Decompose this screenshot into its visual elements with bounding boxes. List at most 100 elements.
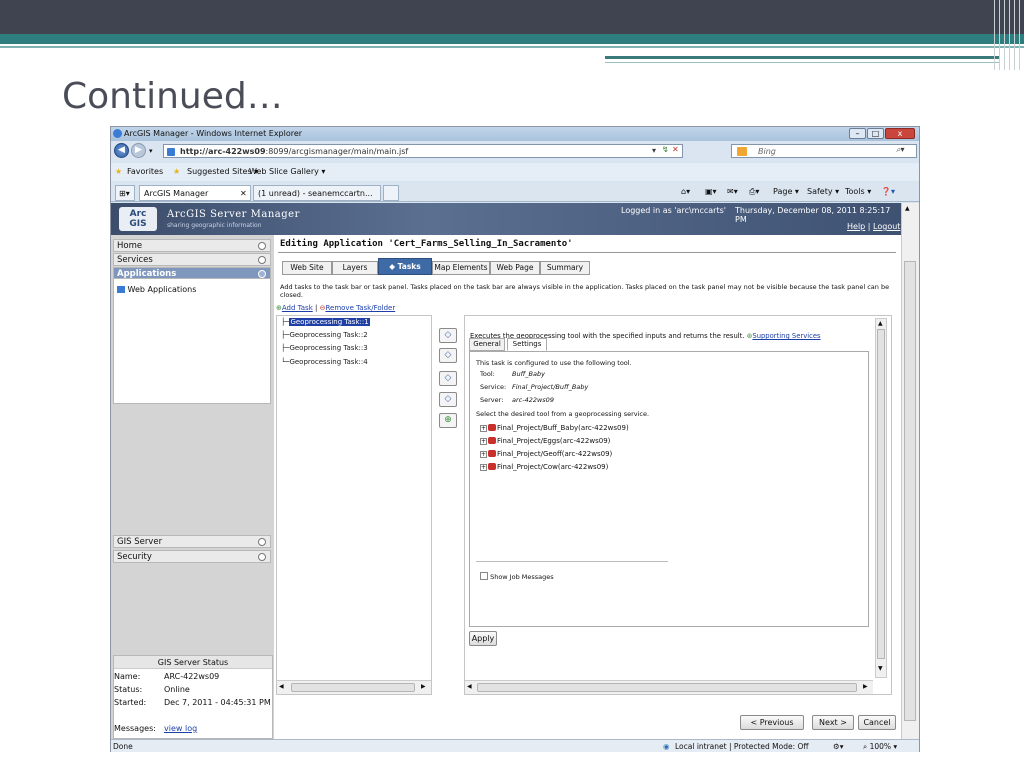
home-icon[interactable]: ⌂▾ (681, 187, 690, 196)
minimize-button[interactable]: – (849, 128, 866, 139)
dropdown-icon[interactable]: ▾ (652, 146, 656, 155)
view-log-link[interactable]: view log (164, 724, 197, 733)
help-icon[interactable]: ❓▾ (881, 187, 895, 196)
scroll-right-icon[interactable]: ▶ (421, 683, 426, 690)
scroll-thumb[interactable] (904, 261, 916, 721)
stop-icon[interactable]: ✕ (672, 145, 679, 154)
tools-menu[interactable]: Tools ▾ (845, 187, 871, 196)
move-up-button[interactable]: ◇ (439, 328, 457, 343)
search-icon[interactable]: ⌕▾ (896, 145, 905, 155)
tab-map-elements[interactable]: Map Elements (432, 261, 490, 275)
service-tree-item[interactable]: + Final_Project/Eggs(arc-422ws09) (480, 437, 610, 445)
expand-icon[interactable]: + (480, 464, 487, 471)
scroll-right-icon[interactable]: ▶ (863, 683, 868, 690)
status-value-started: Dec 7, 2011 - 04:45:31 PM (164, 698, 271, 707)
move-to-bar-button[interactable]: ◇ (439, 371, 457, 386)
chevron-down-icon[interactable]: ▾ (149, 147, 153, 155)
collapse-icon[interactable] (258, 270, 266, 278)
expand-icon[interactable] (258, 538, 266, 546)
close-window-button[interactable]: x (885, 128, 915, 139)
previous-button[interactable]: < Previous (740, 715, 804, 730)
logout-link[interactable]: Logout (873, 222, 900, 231)
expand-icon[interactable] (258, 256, 266, 264)
checkbox[interactable] (480, 572, 488, 580)
apply-button[interactable]: Apply (469, 631, 497, 646)
config-label-server: Server: (480, 396, 504, 404)
subtab-settings[interactable]: Settings (507, 338, 547, 351)
tab-summary[interactable]: Summary (540, 261, 590, 275)
scroll-left-icon[interactable]: ◀ (467, 683, 472, 690)
remove-task-link[interactable]: Remove Task/Folder (325, 304, 395, 312)
expand-icon[interactable]: + (480, 438, 487, 445)
cancel-button[interactable]: Cancel (858, 715, 896, 730)
sidebar-subitem-web-applications[interactable]: Web Applications (117, 285, 196, 294)
search-input[interactable]: Bing ⌕▾ (731, 144, 917, 158)
tree-item[interactable]: ├─Geoprocessing Task::1 (281, 318, 370, 326)
service-tree-item[interactable]: + Final_Project/Cow(arc-422ws09) (480, 463, 608, 471)
tab-web-page[interactable]: Web Page (490, 261, 540, 275)
scroll-thumb[interactable] (877, 329, 885, 659)
print-icon[interactable]: ⎙▾ (749, 187, 759, 197)
detail-vscrollbar[interactable]: ▲ ▼ (875, 318, 887, 678)
scroll-up-icon[interactable]: ▲ (878, 320, 883, 327)
tab-layers[interactable]: Layers (332, 261, 378, 275)
scroll-down-icon[interactable]: ▼ (878, 665, 883, 672)
sidebar-item-security[interactable]: Security (113, 550, 271, 563)
service-tree-item[interactable]: + Final_Project/Geoff(arc-422ws09) (480, 450, 612, 458)
tree-item[interactable]: ├─Geoprocessing Task::3 (281, 344, 368, 352)
move-down-button[interactable]: ◇ (439, 348, 457, 363)
quick-tabs-button[interactable]: ⊞▾ (115, 185, 135, 201)
add-favorite-icon[interactable]: ★ (173, 167, 180, 176)
slide-accent-line (605, 56, 1000, 59)
tab-arcgis-manager[interactable]: ArcGIS Manager ✕ (139, 185, 251, 201)
scroll-thumb[interactable] (291, 683, 415, 692)
service-tree-item[interactable]: + Final_Project/Buff_Baby(arc-422ws09) (480, 424, 629, 432)
safety-menu[interactable]: Safety ▾ (807, 187, 839, 196)
new-tab-button[interactable] (383, 185, 399, 201)
tree-item[interactable]: └─Geoprocessing Task::4 (281, 358, 368, 366)
feeds-icon[interactable]: ▣▾ (705, 187, 717, 196)
window-titlebar: ArcGIS Manager - Windows Internet Explor… (111, 127, 919, 141)
scroll-up-icon[interactable]: ▲ (905, 205, 910, 212)
expand-icon[interactable]: + (480, 451, 487, 458)
expand-icon[interactable] (258, 553, 266, 561)
favorites-button[interactable]: Favorites (127, 167, 163, 176)
close-tab-icon[interactable]: ✕ (240, 189, 247, 198)
page-menu[interactable]: Page ▾ (773, 187, 799, 196)
supporting-services-link[interactable]: Supporting Services (752, 332, 820, 340)
expand-icon[interactable]: + (480, 425, 487, 432)
tree-hscrollbar[interactable]: ◀ ▶ (277, 680, 431, 694)
url-input[interactable]: http://arc-422ws09:8099/arcgismanager/ma… (163, 144, 683, 158)
fav-web-slice-gallery[interactable]: Web Slice Gallery ▾ (249, 167, 325, 176)
forward-button[interactable]: ▶ (131, 143, 146, 158)
back-button[interactable]: ◀ (114, 143, 129, 158)
sidebar-item-services[interactable]: Services (113, 253, 271, 266)
next-button[interactable]: Next > (812, 715, 854, 730)
star-icon: ★ (115, 167, 123, 176)
protected-mode-icon[interactable]: ⚙▾ (833, 742, 844, 751)
tree-item[interactable]: ├─Geoprocessing Task::2 (281, 331, 368, 339)
mail-icon[interactable]: ✉▾ (727, 187, 738, 196)
page-scrollbar[interactable]: ▲ (901, 203, 919, 739)
add-folder-button[interactable]: ⊕ (439, 413, 457, 428)
service-label: Final_Project/Cow(arc-422ws09) (497, 463, 609, 471)
expand-icon[interactable] (258, 242, 266, 250)
tab-web-site[interactable]: Web Site (282, 261, 332, 275)
tab-mail[interactable]: (1 unread) - seanemccartn... (253, 185, 381, 201)
refresh-icon[interactable]: ↯ (662, 145, 669, 154)
move-to-panel-button[interactable]: ◇ (439, 392, 457, 407)
scroll-thumb[interactable] (477, 683, 857, 692)
detail-hscrollbar[interactable]: ◀ ▶ (465, 680, 873, 694)
add-task-link[interactable]: Add Task (282, 304, 313, 312)
sidebar-item-home[interactable]: Home (113, 239, 271, 252)
scroll-left-icon[interactable]: ◀ (279, 683, 284, 690)
zoom-level[interactable]: ⌕ 100% ▾ (863, 742, 897, 752)
settings-panel: This task is configured to use the follo… (469, 351, 869, 627)
fav-suggested-sites[interactable]: Suggested Sites ▾ (187, 167, 258, 176)
help-link[interactable]: Help (847, 222, 865, 231)
show-job-messages[interactable]: Show Job Messages (480, 572, 554, 581)
subtab-general[interactable]: General (469, 338, 505, 351)
tab-tasks[interactable]: ◆ Tasks (378, 258, 432, 275)
sidebar-item-gis-server[interactable]: GIS Server (113, 535, 271, 548)
maximize-button[interactable]: □ (867, 128, 884, 139)
